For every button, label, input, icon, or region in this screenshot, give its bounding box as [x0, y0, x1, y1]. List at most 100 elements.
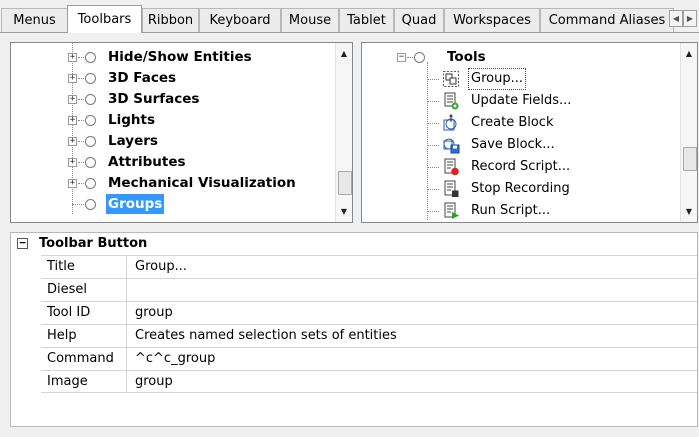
- scroll-down-icon[interactable]: ▼: [336, 203, 352, 220]
- collapse-icon[interactable]: −: [17, 237, 28, 249]
- property-group-header[interactable]: − Toolbar Button: [11, 233, 697, 255]
- tools-root-label: Tools: [447, 49, 486, 65]
- property-row[interactable]: Help Creates named selection sets of ent…: [41, 324, 697, 347]
- property-value[interactable]: ^c^c_group: [129, 348, 215, 370]
- radio-icon: [414, 52, 425, 63]
- property-value[interactable]: group: [129, 371, 173, 393]
- tool-button-item[interactable]: Stop Recording: [362, 179, 672, 199]
- tool-button-label: Group...: [468, 68, 526, 90]
- tool-button-label: Run Script...: [471, 203, 551, 218]
- update-fields-icon: [444, 92, 459, 110]
- tool-button-label: Create Block: [471, 115, 554, 130]
- expand-icon[interactable]: +: [68, 95, 77, 104]
- scroll-up-icon[interactable]: ▲: [336, 45, 352, 62]
- tool-button-item[interactable]: Create Block: [362, 113, 672, 133]
- tool-button-item[interactable]: Group...: [362, 68, 672, 90]
- toolbar-item[interactable]: + Hide/Show Entities: [11, 47, 331, 67]
- property-row[interactable]: Tool ID group: [41, 301, 697, 324]
- toolbar-item[interactable]: + Mechanical Visualization: [11, 173, 331, 193]
- toolbar-item[interactable]: + Attributes: [11, 152, 331, 172]
- scroll-up-icon[interactable]: ▲: [681, 45, 697, 62]
- tool-button-label: Record Script...: [471, 159, 571, 174]
- tab-quad[interactable]: Quad: [394, 8, 444, 32]
- toolbar-tree[interactable]: + Hide/Show Entities + 3D Faces + 3D Sur…: [10, 42, 353, 223]
- toolbar-item-label: Mechanical Visualization: [108, 175, 296, 191]
- tab-toolbars[interactable]: Toolbars: [67, 5, 142, 33]
- tab-keyboard[interactable]: Keyboard: [199, 8, 281, 32]
- tool-button-label: Save Block...: [471, 137, 555, 152]
- property-value[interactable]: group: [129, 302, 173, 324]
- radio-icon: [85, 94, 96, 105]
- tool-button-label: Update Fields...: [471, 93, 572, 108]
- tools-tree[interactable]: − Tools Group... Update Fields... Create…: [361, 42, 698, 223]
- toolbar-item-selected[interactable]: Groups: [11, 194, 331, 214]
- property-row[interactable]: Image group: [41, 370, 697, 393]
- toolbar-item-label: 3D Faces: [108, 70, 177, 86]
- toolbar-item[interactable]: + Lights: [11, 110, 331, 130]
- property-name: Tool ID: [41, 302, 127, 324]
- property-name: Diesel: [41, 279, 127, 301]
- radio-icon: [85, 178, 96, 189]
- tab-mouse[interactable]: Mouse: [281, 8, 339, 32]
- property-name: Help: [41, 325, 127, 347]
- collapse-icon[interactable]: −: [397, 53, 406, 62]
- expand-icon[interactable]: +: [68, 137, 77, 146]
- tools-tree-scrollbar[interactable]: ▲ ▼: [680, 43, 697, 222]
- tool-button-item[interactable]: Record Script...: [362, 157, 672, 177]
- tab-scroll-left-button[interactable]: ◀: [669, 10, 683, 27]
- property-name: Title: [41, 256, 127, 278]
- property-group-title: Toolbar Button: [39, 236, 148, 251]
- expand-icon[interactable]: +: [68, 158, 77, 167]
- scroll-down-icon[interactable]: ▼: [681, 203, 697, 220]
- record-script-icon: [444, 158, 459, 176]
- toolbar-item-label: 3D Surfaces: [108, 91, 200, 107]
- tab-menus[interactable]: Menus: [1, 8, 68, 32]
- tab-workspaces[interactable]: Workspaces: [444, 8, 540, 32]
- radio-icon: [85, 73, 96, 84]
- scroll-thumb[interactable]: [338, 171, 352, 195]
- scroll-thumb[interactable]: [683, 147, 697, 171]
- tab-strip: Menus Toolbars Ribbon Keyboard Mouse Tab…: [0, 0, 699, 33]
- stop-recording-icon: [444, 180, 459, 197]
- property-name: Image: [41, 371, 127, 393]
- toolbar-tree-scrollbar[interactable]: ▲ ▼: [335, 43, 352, 222]
- toolbars-page: + Hide/Show Entities + 3D Faces + 3D Sur…: [0, 32, 699, 437]
- radio-icon: [85, 136, 96, 147]
- tab-scroll-right-button[interactable]: ▶: [683, 10, 697, 27]
- save-block-icon: [443, 138, 460, 154]
- property-value[interactable]: Creates named selection sets of entities: [129, 325, 397, 347]
- property-grid: − Toolbar Button Title Group... Diesel T…: [10, 232, 698, 427]
- toolbar-item-label: Hide/Show Entities: [108, 49, 252, 65]
- tool-button-item[interactable]: Save Block...: [362, 135, 672, 155]
- toolbar-item[interactable]: + 3D Surfaces: [11, 89, 331, 109]
- tool-button-label: Stop Recording: [471, 181, 570, 196]
- radio-icon: [85, 115, 96, 126]
- expand-icon[interactable]: +: [68, 74, 77, 83]
- create-block-icon: [443, 114, 457, 131]
- property-row[interactable]: Title Group...: [41, 255, 697, 278]
- run-script-icon: [444, 202, 459, 219]
- tools-root[interactable]: − Tools: [362, 47, 672, 67]
- expand-icon[interactable]: +: [68, 53, 77, 62]
- radio-icon: [85, 52, 96, 63]
- toolbar-item-label: Lights: [108, 112, 155, 128]
- expand-icon[interactable]: +: [68, 179, 77, 188]
- property-row[interactable]: Command ^c^c_group: [41, 347, 697, 370]
- expand-icon[interactable]: +: [68, 116, 77, 125]
- group-icon: [443, 71, 459, 87]
- tool-button-item[interactable]: Update Fields...: [362, 91, 672, 111]
- toolbar-item-label: Attributes: [108, 154, 186, 170]
- tab-tablet[interactable]: Tablet: [339, 8, 394, 32]
- radio-icon: [85, 157, 96, 168]
- toolbar-item-label: Groups: [106, 194, 165, 214]
- property-value[interactable]: Group...: [129, 256, 187, 278]
- property-name: Command: [41, 348, 127, 370]
- toolbar-item-label: Layers: [108, 133, 158, 149]
- toolbar-item[interactable]: + 3D Faces: [11, 68, 331, 88]
- toolbar-item[interactable]: + Layers: [11, 131, 331, 151]
- property-row[interactable]: Diesel: [41, 278, 697, 301]
- tool-button-item[interactable]: Run Script...: [362, 201, 672, 221]
- radio-icon: [85, 199, 96, 210]
- tab-ribbon[interactable]: Ribbon: [142, 8, 199, 32]
- tab-command-aliases[interactable]: Command Aliases: [540, 8, 674, 32]
